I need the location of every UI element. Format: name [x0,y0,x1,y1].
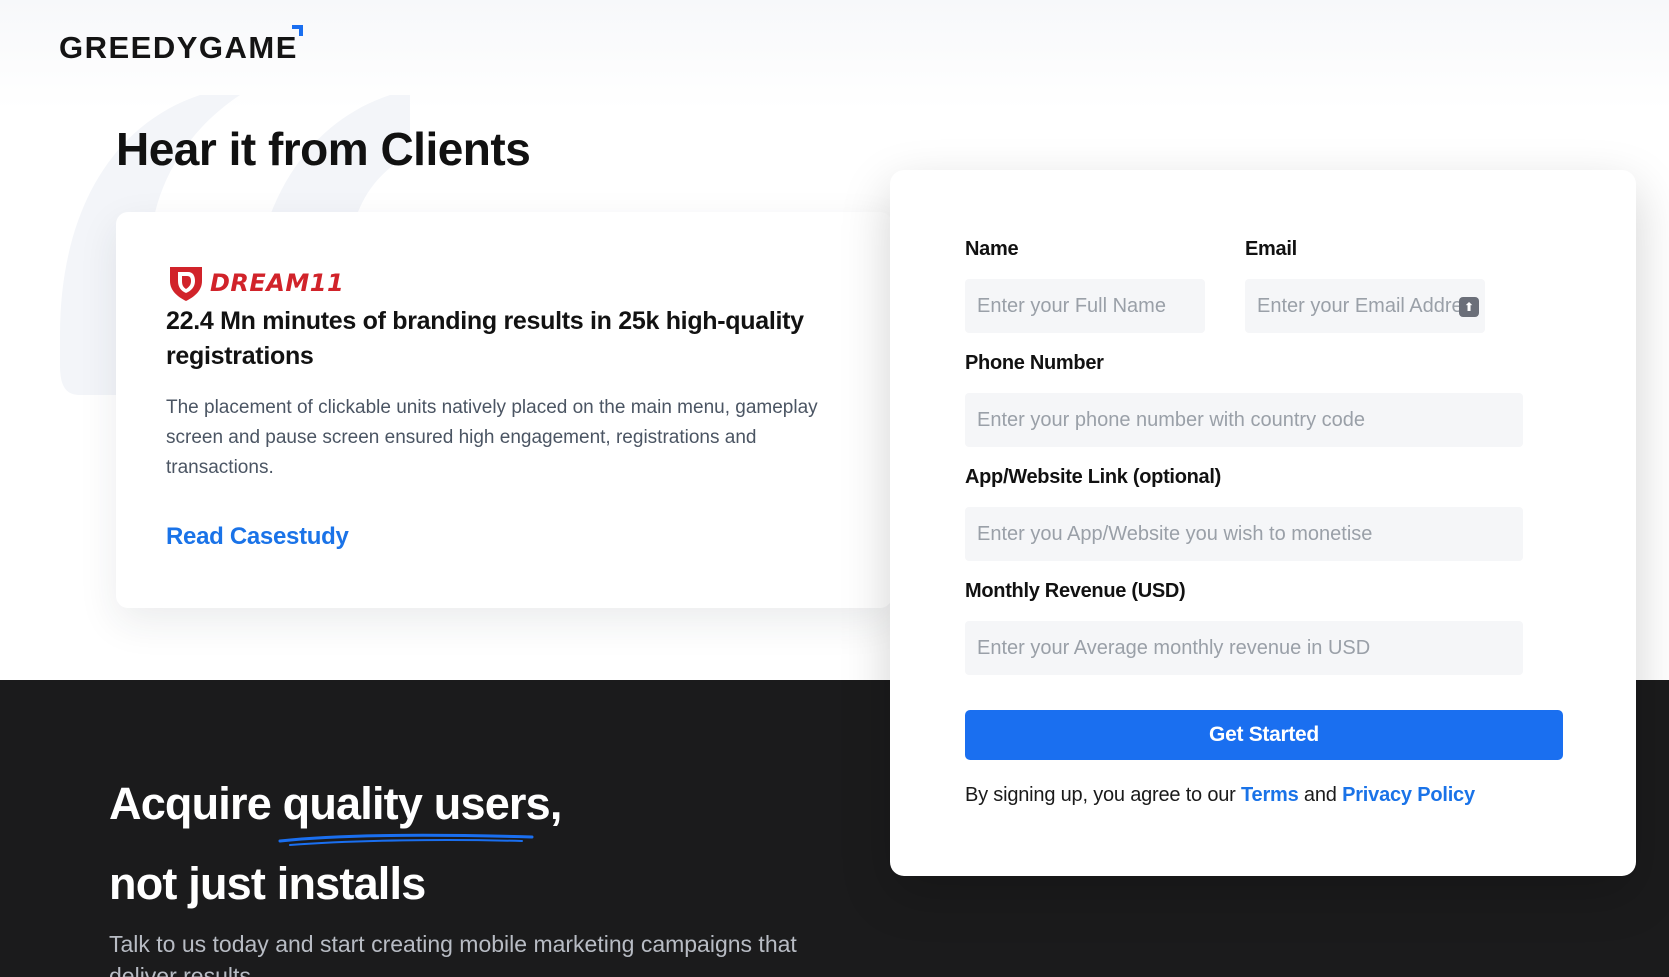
hero-title-line2: not just installs [109,858,426,909]
hero-title-line1: Acquire quality users, [109,778,562,830]
phone-input[interactable] [965,393,1523,447]
revenue-input[interactable] [965,621,1523,675]
legal-text: By signing up, you agree to our Terms an… [965,784,1475,807]
case-body: The placement of clickable units nativel… [166,397,818,478]
name-label: Name [965,238,1019,260]
hero-title-highlight: quality users, [282,778,563,829]
email-label: Email [1245,238,1297,260]
get-started-button[interactable]: Get Started [965,710,1563,760]
app-link-input[interactable] [965,507,1523,561]
phone-label: Phone Number [965,352,1104,374]
client-logo: DREAM11 [166,262,344,304]
revenue-label: Monthly Revenue (USD) [965,580,1186,602]
greedygame-logo[interactable]: GREEDYGAME [59,30,298,66]
email-input[interactable] [1245,279,1485,333]
hero-subtitle: Talk to us today and start creating mobi… [109,931,797,977]
client-logo-text: DREAM11 [210,269,345,297]
legal-and: and [1303,784,1337,806]
legal-prefix: By signing up, you agree to our [965,784,1236,806]
logo-mark-icon [292,25,303,36]
section-title: Hear it from Clients [116,123,531,175]
dream11-shield-icon [170,267,202,301]
terms-link[interactable]: Terms [1241,784,1299,806]
autofill-key-icon[interactable]: ⬆ [1459,297,1479,317]
scribble-underline-icon [278,833,534,846]
hero-title-part1: Acquire [109,778,283,829]
name-input[interactable] [965,279,1205,333]
case-headline: 22.4 Mn minutes of branding results in 2… [166,307,804,370]
privacy-policy-link[interactable]: Privacy Policy [1342,784,1475,806]
app-link-label: App/Website Link (optional) [965,466,1221,488]
read-casestudy-link[interactable]: Read Casestudy [166,523,349,551]
